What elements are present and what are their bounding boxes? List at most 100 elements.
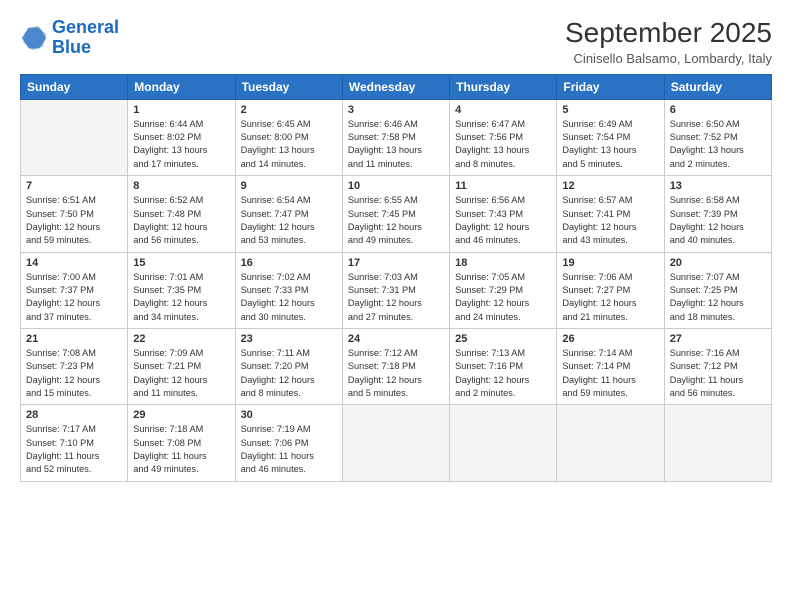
day-info: Sunrise: 6:57 AM Sunset: 7:41 PM Dayligh… (562, 194, 658, 247)
day-number: 22 (133, 333, 229, 345)
day-number: 7 (26, 180, 122, 192)
calendar-cell: 3Sunrise: 6:46 AM Sunset: 7:58 PM Daylig… (342, 99, 449, 175)
day-number: 29 (133, 409, 229, 421)
calendar-week-1: 1 Sunrise: 6:44 AM Sunset: 8:02 PM Daylig… (21, 99, 772, 175)
day-info: Sunrise: 7:03 AM Sunset: 7:31 PM Dayligh… (348, 271, 444, 324)
day-number: 20 (670, 257, 766, 269)
day-info: Sunrise: 7:07 AM Sunset: 7:25 PM Dayligh… (670, 271, 766, 324)
calendar-header-monday: Monday (128, 74, 235, 99)
day-info: Sunrise: 6:51 AM Sunset: 7:50 PM Dayligh… (26, 194, 122, 247)
calendar-cell: 26 Sunrise: 7:14 AM Sunset: 7:14 PM Dayli… (557, 328, 664, 404)
day-number: 4 (455, 104, 551, 116)
calendar-cell: 13 Sunrise: 6:58 AM Sunset: 7:39 PM Dayli… (664, 176, 771, 252)
day-number: 16 (241, 257, 337, 269)
calendar-cell: 22 Sunrise: 7:09 AM Sunset: 7:21 PM Dayli… (128, 328, 235, 404)
calendar-table: SundayMondayTuesdayWednesdayThursdayFrid… (20, 74, 772, 482)
calendar-cell: 10 Sunrise: 6:55 AM Sunset: 7:45 PM Dayli… (342, 176, 449, 252)
day-number: 30 (241, 409, 337, 421)
day-info: Sunrise: 6:44 AM Sunset: 8:02 PM Dayligh… (133, 118, 229, 171)
title-block: September 2025 Cinisello Balsamo, Lombar… (565, 18, 772, 66)
logo-line1: General (52, 17, 119, 37)
day-number: 27 (670, 333, 766, 345)
day-number: 23 (241, 333, 337, 345)
day-info: Sunrise: 7:18 AM Sunset: 7:08 PM Dayligh… (133, 423, 229, 476)
day-info: Sunrise: 7:13 AM Sunset: 7:16 PM Dayligh… (455, 347, 551, 400)
day-number: 21 (26, 333, 122, 345)
calendar-cell: 21Sunrise: 7:08 AM Sunset: 7:23 PM Dayli… (21, 328, 128, 404)
day-info: Sunrise: 6:46 AM Sunset: 7:58 PM Dayligh… (348, 118, 444, 171)
logo-line2: Blue (52, 37, 91, 57)
day-info: Sunrise: 7:06 AM Sunset: 7:27 PM Dayligh… (562, 271, 658, 324)
calendar-cell: 29 Sunrise: 7:18 AM Sunset: 7:08 PM Dayli… (128, 405, 235, 481)
logo-text: General Blue (52, 18, 119, 58)
day-info: Sunrise: 6:49 AM Sunset: 7:54 PM Dayligh… (562, 118, 658, 171)
calendar-cell (664, 405, 771, 481)
day-info: Sunrise: 6:56 AM Sunset: 7:43 PM Dayligh… (455, 194, 551, 247)
calendar-cell: 28 Sunrise: 7:17 AM Sunset: 7:10 PM Dayli… (21, 405, 128, 481)
header: General Blue September 2025 Cinisello Ba… (20, 18, 772, 66)
day-number: 11 (455, 180, 551, 192)
day-info: Sunrise: 7:14 AM Sunset: 7:14 PM Dayligh… (562, 347, 658, 400)
calendar-header-tuesday: Tuesday (235, 74, 342, 99)
page: General Blue September 2025 Cinisello Ba… (0, 0, 792, 612)
logo: General Blue (20, 18, 119, 58)
day-info: Sunrise: 6:50 AM Sunset: 7:52 PM Dayligh… (670, 118, 766, 171)
subtitle: Cinisello Balsamo, Lombardy, Italy (565, 51, 772, 66)
day-info: Sunrise: 7:11 AM Sunset: 7:20 PM Dayligh… (241, 347, 337, 400)
calendar-header-sunday: Sunday (21, 74, 128, 99)
calendar-cell: 24 Sunrise: 7:12 AM Sunset: 7:18 PM Dayli… (342, 328, 449, 404)
calendar-cell: 30 Sunrise: 7:19 AM Sunset: 7:06 PM Dayli… (235, 405, 342, 481)
day-info: Sunrise: 7:01 AM Sunset: 7:35 PM Dayligh… (133, 271, 229, 324)
day-number: 9 (241, 180, 337, 192)
calendar-cell: 8 Sunrise: 6:52 AM Sunset: 7:48 PM Daylig… (128, 176, 235, 252)
calendar-header-friday: Friday (557, 74, 664, 99)
day-info: Sunrise: 6:54 AM Sunset: 7:47 PM Dayligh… (241, 194, 337, 247)
day-info: Sunrise: 6:58 AM Sunset: 7:39 PM Dayligh… (670, 194, 766, 247)
calendar-week-3: 14Sunrise: 7:00 AM Sunset: 7:37 PM Dayli… (21, 252, 772, 328)
calendar-cell: 17 Sunrise: 7:03 AM Sunset: 7:31 PM Dayli… (342, 252, 449, 328)
day-info: Sunrise: 7:09 AM Sunset: 7:21 PM Dayligh… (133, 347, 229, 400)
day-number: 15 (133, 257, 229, 269)
day-info: Sunrise: 7:02 AM Sunset: 7:33 PM Dayligh… (241, 271, 337, 324)
day-number: 6 (670, 104, 766, 116)
day-number: 24 (348, 333, 444, 345)
calendar-cell: 12 Sunrise: 6:57 AM Sunset: 7:41 PM Dayli… (557, 176, 664, 252)
calendar-cell (21, 99, 128, 175)
day-info: Sunrise: 6:55 AM Sunset: 7:45 PM Dayligh… (348, 194, 444, 247)
calendar-cell: 6 Sunrise: 6:50 AM Sunset: 7:52 PM Daylig… (664, 99, 771, 175)
day-number: 12 (562, 180, 658, 192)
day-info: Sunrise: 7:12 AM Sunset: 7:18 PM Dayligh… (348, 347, 444, 400)
day-number: 28 (26, 409, 122, 421)
calendar-cell: 27Sunrise: 7:16 AM Sunset: 7:12 PM Dayli… (664, 328, 771, 404)
calendar-cell: 1 Sunrise: 6:44 AM Sunset: 8:02 PM Daylig… (128, 99, 235, 175)
calendar-cell (342, 405, 449, 481)
day-number: 17 (348, 257, 444, 269)
day-info: Sunrise: 7:17 AM Sunset: 7:10 PM Dayligh… (26, 423, 122, 476)
calendar-cell: 5 Sunrise: 6:49 AM Sunset: 7:54 PM Daylig… (557, 99, 664, 175)
day-info: Sunrise: 6:52 AM Sunset: 7:48 PM Dayligh… (133, 194, 229, 247)
day-info: Sunrise: 7:05 AM Sunset: 7:29 PM Dayligh… (455, 271, 551, 324)
day-number: 8 (133, 180, 229, 192)
day-number: 10 (348, 180, 444, 192)
calendar-cell: 4 Sunrise: 6:47 AM Sunset: 7:56 PM Daylig… (450, 99, 557, 175)
calendar-cell: 7 Sunrise: 6:51 AM Sunset: 7:50 PM Daylig… (21, 176, 128, 252)
day-number: 2 (241, 104, 337, 116)
calendar-week-4: 21Sunrise: 7:08 AM Sunset: 7:23 PM Dayli… (21, 328, 772, 404)
calendar-header-row: SundayMondayTuesdayWednesdayThursdayFrid… (21, 74, 772, 99)
calendar-cell (450, 405, 557, 481)
day-info: Sunrise: 6:47 AM Sunset: 7:56 PM Dayligh… (455, 118, 551, 171)
day-info: Sunrise: 7:19 AM Sunset: 7:06 PM Dayligh… (241, 423, 337, 476)
day-number: 13 (670, 180, 766, 192)
day-number: 26 (562, 333, 658, 345)
day-number: 1 (133, 104, 229, 116)
calendar-cell: 16 Sunrise: 7:02 AM Sunset: 7:33 PM Dayli… (235, 252, 342, 328)
calendar-cell: 9 Sunrise: 6:54 AM Sunset: 7:47 PM Daylig… (235, 176, 342, 252)
calendar-cell: 23 Sunrise: 7:11 AM Sunset: 7:20 PM Dayli… (235, 328, 342, 404)
day-number: 25 (455, 333, 551, 345)
calendar-cell: 14Sunrise: 7:00 AM Sunset: 7:37 PM Dayli… (21, 252, 128, 328)
calendar-header-thursday: Thursday (450, 74, 557, 99)
day-number: 5 (562, 104, 658, 116)
calendar-cell: 18Sunrise: 7:05 AM Sunset: 7:29 PM Dayli… (450, 252, 557, 328)
calendar-week-2: 7 Sunrise: 6:51 AM Sunset: 7:50 PM Daylig… (21, 176, 772, 252)
logo-icon (20, 24, 48, 52)
